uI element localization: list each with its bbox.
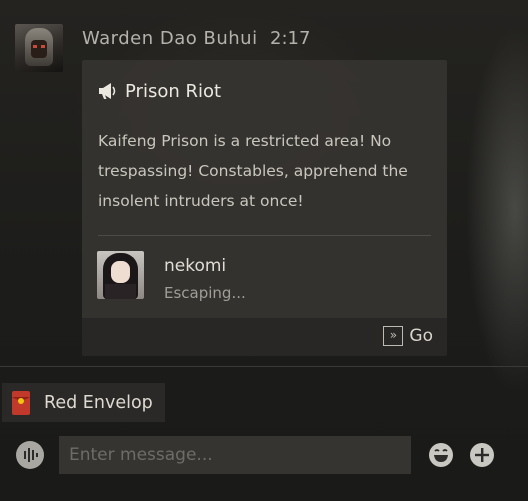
emoji-icon[interactable]: [428, 442, 454, 468]
red-envelope-label: Red Envelop: [44, 392, 153, 413]
message-time: 2:17: [270, 28, 311, 49]
robe-shape: [105, 284, 136, 299]
card-divider: [98, 235, 431, 236]
red-envelope-button[interactable]: Red Envelop: [2, 383, 165, 422]
section-divider: [0, 366, 528, 367]
go-label: Go: [409, 326, 433, 346]
red-envelope-icon: [12, 390, 30, 415]
go-button[interactable]: » Go: [383, 326, 433, 346]
face-shape: [31, 40, 47, 58]
card-header: Prison Riot: [97, 78, 221, 104]
message-input[interactable]: [59, 436, 411, 474]
forward-icon: »: [383, 326, 404, 346]
sender-avatar[interactable]: [15, 24, 63, 72]
eye-shape: [41, 45, 45, 48]
eye-shape: [33, 45, 37, 48]
plus-icon[interactable]: [469, 442, 495, 468]
voice-button[interactable]: [16, 441, 44, 469]
card-title: Prison Riot: [125, 80, 222, 102]
user-avatar[interactable]: [97, 251, 144, 299]
user-status: Escaping...: [164, 284, 246, 302]
event-card: Prison Riot Kaifeng Prison is a restrict…: [82, 60, 447, 356]
card-footer: » Go: [82, 318, 447, 356]
waveform-icon: [24, 448, 38, 462]
sender-name: Warden Dao Buhui: [82, 28, 258, 49]
megaphone-icon: [99, 83, 116, 99]
card-message: Kaifeng Prison is a restricted area! No …: [98, 132, 408, 210]
face-shape: [111, 261, 130, 283]
user-name: nekomi: [164, 256, 227, 276]
